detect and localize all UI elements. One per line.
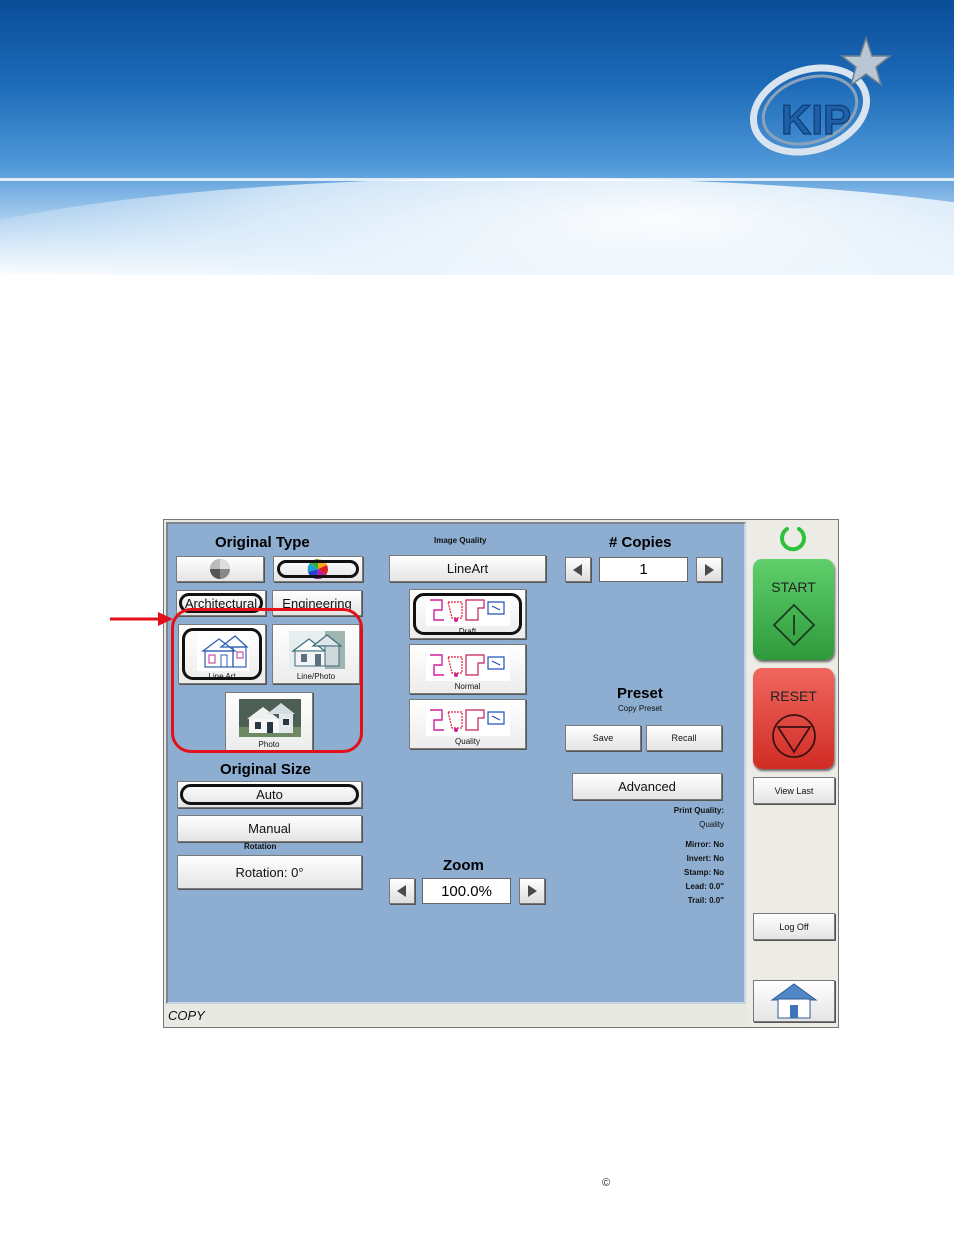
rotation-label: Rotation: 0°: [235, 864, 304, 880]
drawing-preview-icon: [426, 596, 510, 626]
preset-save-button[interactable]: Save: [565, 725, 641, 751]
kip-copy-app: Original Type Architectural Engineering …: [163, 519, 839, 1028]
trail-status: Trail: 0.0": [687, 896, 724, 905]
size-auto-button[interactable]: Auto: [177, 781, 362, 808]
preset-heading: Preset: [617, 685, 663, 702]
preset-subtitle: Copy Preset: [618, 704, 663, 713]
view-last-button[interactable]: View Last: [753, 777, 835, 804]
print-quality-value: Quality: [699, 820, 724, 829]
status-text: COPY: [168, 1008, 205, 1023]
preset-recall-button[interactable]: Recall: [646, 725, 722, 751]
image-quality-value: LineArt: [446, 561, 489, 576]
image-quality-heading: Image Quality: [434, 536, 487, 545]
view-last-label: View Last: [774, 785, 814, 796]
rotation-button[interactable]: Rotation: 0°: [177, 855, 362, 889]
copies-heading: # Copies: [609, 534, 672, 551]
lead-status: Lead: 0.0": [685, 882, 724, 891]
banner-highlight-line: [0, 178, 954, 181]
selected-outline: [277, 560, 359, 578]
stop-icon: [772, 714, 816, 758]
highlight-ring: [171, 608, 363, 753]
header-banner: KIP: [0, 0, 954, 275]
image-quality-select[interactable]: LineArt: [389, 555, 546, 582]
preset-save-label: Save: [592, 733, 614, 743]
rotation-caption: Rotation: [244, 842, 277, 851]
reset-label: RESET: [770, 688, 817, 704]
grayscale-mode-button[interactable]: [176, 556, 264, 582]
home-button[interactable]: [753, 980, 835, 1022]
log-off-button[interactable]: Log Off: [753, 913, 835, 940]
status-bar: COPY: [164, 1004, 750, 1026]
ready-indicator-icon: [780, 527, 806, 552]
quality-draft-label: Draft: [458, 627, 477, 636]
stamp-status: Stamp: No: [684, 868, 724, 877]
advanced-label: Advanced: [618, 779, 676, 794]
invert-status: Invert: No: [686, 854, 724, 863]
size-manual-button[interactable]: Manual: [177, 815, 362, 842]
zoom-heading: Zoom: [443, 857, 484, 874]
kip-logo: KIP: [749, 36, 893, 156]
start-button[interactable]: START: [753, 559, 834, 660]
zoom-value-field[interactable]: 100.0%: [422, 878, 511, 904]
zoom-decrease-button[interactable]: [389, 878, 415, 904]
copies-increase-button[interactable]: [696, 557, 722, 582]
zoom-increase-button[interactable]: [519, 878, 545, 904]
copies-value-field[interactable]: 1: [599, 557, 688, 582]
quality-draft-button[interactable]: Draft: [409, 589, 526, 639]
settings-summary: Print Quality: Quality Mirror: No Invert…: [674, 804, 724, 908]
reset-button[interactable]: RESET: [753, 668, 834, 769]
size-manual-label: Manual: [248, 821, 291, 836]
right-arrow-icon: [528, 885, 537, 897]
quality-normal-button[interactable]: Normal: [409, 644, 526, 694]
home-icon: [770, 983, 818, 1019]
copies-decrease-button[interactable]: [565, 557, 591, 582]
preset-recall-label: Recall: [671, 733, 697, 743]
original-type-heading: Original Type: [215, 534, 310, 551]
drawing-preview-icon: [426, 706, 510, 736]
banner-sweep: [0, 178, 954, 275]
quality-quality-label: Quality: [455, 737, 480, 746]
quality-quality-button[interactable]: Quality: [409, 699, 526, 749]
svg-text:KIP: KIP: [781, 96, 851, 143]
grayscale-icon: [210, 559, 230, 579]
original-size-heading: Original Size: [220, 761, 311, 778]
color-mode-button[interactable]: [273, 556, 363, 582]
right-arrow-icon: [705, 564, 714, 576]
log-off-label: Log Off: [779, 921, 809, 932]
action-sidebar: START RESET View Last Log Off: [747, 520, 838, 1027]
mirror-status: Mirror: No: [685, 840, 724, 849]
start-diamond-icon: [772, 603, 816, 647]
advanced-button[interactable]: Advanced: [572, 773, 722, 800]
left-arrow-icon: [573, 564, 582, 576]
copy-settings-panel: Original Type Architectural Engineering …: [166, 522, 746, 1004]
selected-outline: [180, 784, 359, 805]
drawing-preview-icon: [426, 651, 510, 681]
quality-normal-label: Normal: [454, 682, 481, 691]
left-arrow-icon: [397, 885, 406, 897]
copyright-symbol: ©: [602, 1177, 611, 1189]
start-label: START: [771, 579, 816, 595]
pointer-arrow-icon: [110, 612, 173, 626]
print-quality-label: Print Quality:: [673, 806, 724, 815]
